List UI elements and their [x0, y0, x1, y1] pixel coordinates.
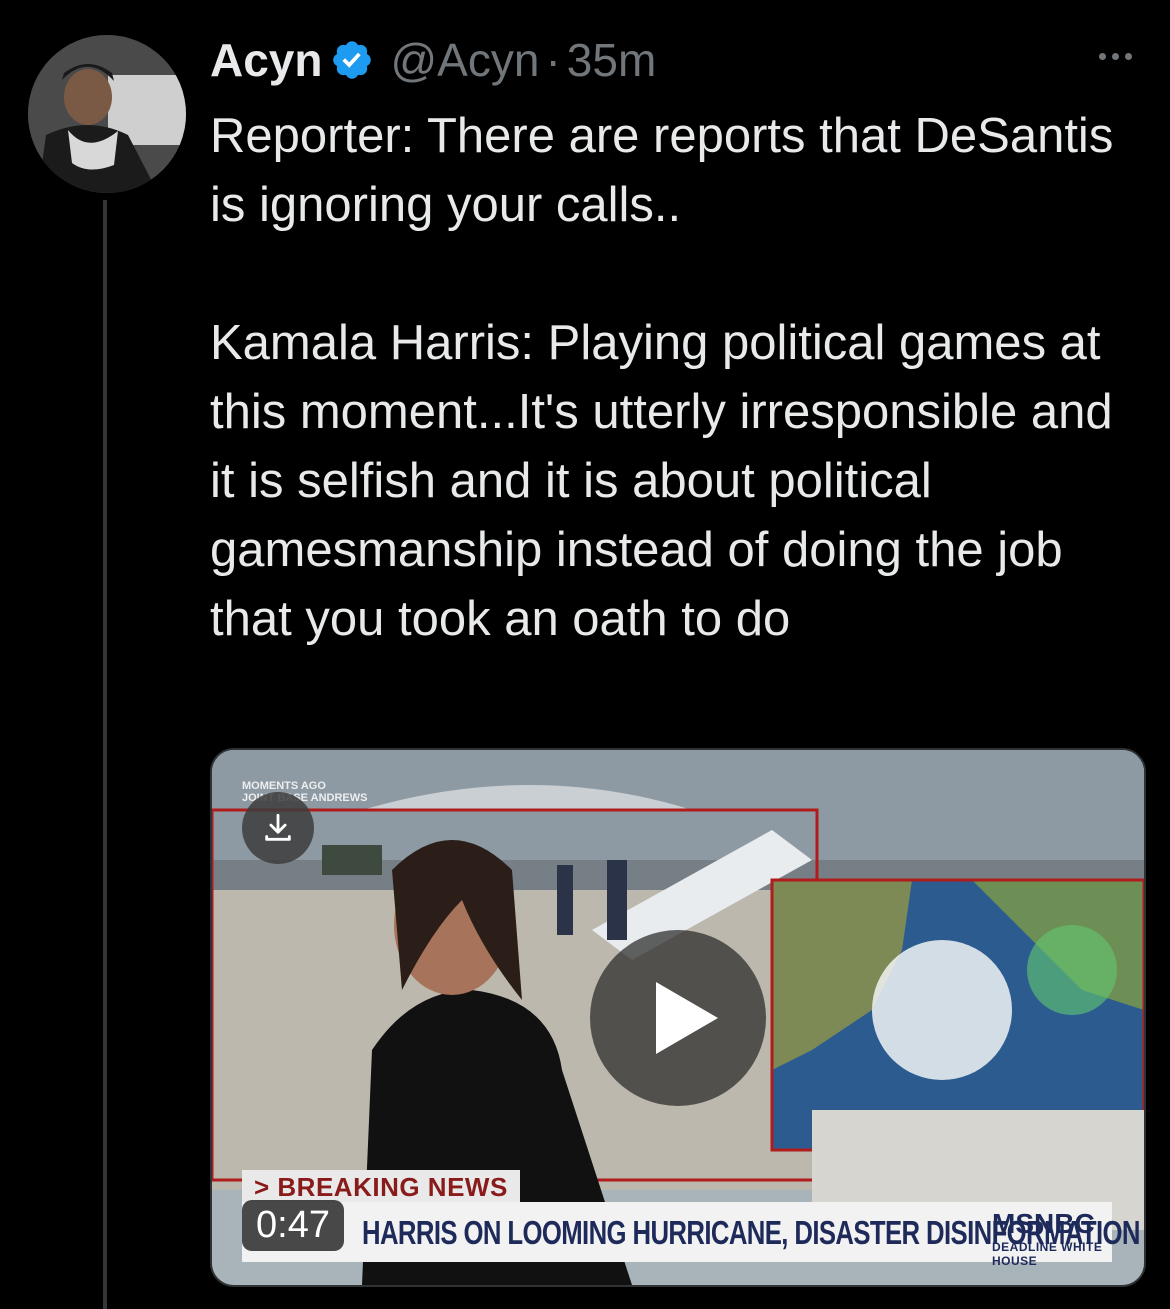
- overlay-moments: MOMENTS AGO: [242, 780, 326, 792]
- tweet-timestamp[interactable]: 35m: [567, 33, 656, 87]
- thread-line: [103, 200, 107, 1309]
- verified-badge-icon: [333, 41, 372, 79]
- avatar-photo: [28, 35, 186, 193]
- video-player[interactable]: MOMENTS AGO JOINT BASE ANDREWS > BREAKIN…: [210, 748, 1146, 1287]
- network-logo: MSNBC: [992, 1208, 1095, 1239]
- tweet-header: Acyn @Acyn · 35m: [210, 30, 656, 90]
- show-name: DEADLINE WHITE HOUSE: [992, 1240, 1103, 1268]
- play-glyph: [656, 982, 718, 1054]
- tweet-text: Reporter: There are reports that DeSanti…: [210, 102, 1140, 654]
- separator-dot: ·: [545, 34, 561, 86]
- breaking-news-label: > BREAKING NEWS: [242, 1170, 520, 1203]
- download-glyph: [265, 813, 291, 841]
- video-duration: 0:47: [242, 1200, 344, 1251]
- author-handle[interactable]: @Acyn: [390, 33, 539, 87]
- tweet-paragraph: Kamala Harris: Playing political games a…: [210, 316, 1113, 646]
- download-icon[interactable]: [242, 792, 314, 864]
- news-ticker: HARRIS ON LOOMING HURRICANE, DISASTER DI…: [242, 1202, 1141, 1268]
- author-avatar[interactable]: [28, 35, 186, 193]
- more-options-icon[interactable]: [1090, 41, 1140, 71]
- tweet-paragraph: Reporter: There are reports that DeSanti…: [210, 109, 1114, 232]
- play-icon[interactable]: [590, 930, 766, 1106]
- author-name[interactable]: Acyn: [210, 33, 322, 87]
